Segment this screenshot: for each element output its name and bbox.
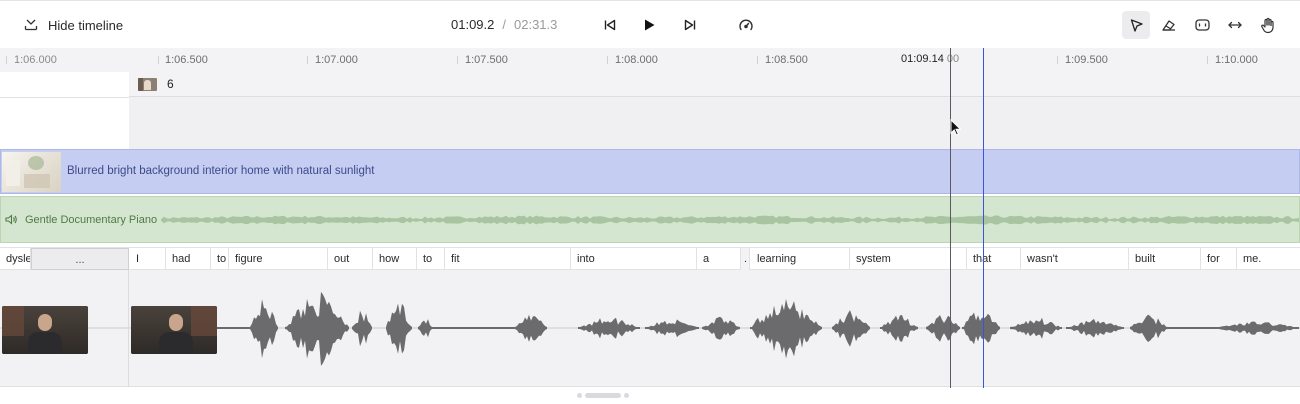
playhead-time-tail: 00 — [946, 53, 960, 65]
ruler-label: 1:06.000 — [14, 54, 57, 66]
track-gutter — [0, 97, 129, 149]
ruler-label: 1:06.500 — [165, 54, 208, 66]
word-chip[interactable]: wasn't — [1021, 248, 1129, 270]
word-chip[interactable]: learning — [751, 248, 850, 270]
ruler-tick — [1207, 56, 1208, 64]
playhead[interactable] — [983, 48, 984, 388]
scene-row[interactable]: 6 — [129, 72, 1300, 97]
skip-forward-button[interactable] — [680, 15, 700, 35]
audio-track-clip[interactable]: Gentle Documentary Piano — [0, 196, 1300, 243]
ripple-tool[interactable] — [1188, 11, 1216, 39]
hand-icon — [1261, 17, 1274, 33]
skip-back-icon — [604, 19, 616, 31]
ruler-tick — [457, 56, 458, 64]
ruler-tick — [307, 56, 308, 64]
ruler-tick — [158, 56, 159, 64]
audio-clip-label: Gentle Documentary Piano — [25, 214, 162, 226]
playhead-time: 01:09.14 — [901, 53, 944, 65]
hide-timeline-button[interactable]: Hide timeline — [24, 15, 123, 35]
current-time: 01:09.2 — [451, 17, 495, 32]
hand-tool[interactable] — [1254, 11, 1282, 39]
hover-playhead — [950, 48, 951, 388]
word-chip[interactable]: how — [373, 248, 417, 270]
word-chip[interactable]: a — [697, 248, 741, 270]
ruler-tick — [6, 56, 7, 64]
video-thumbnail — [2, 306, 88, 354]
word-chip[interactable]: me. — [1237, 248, 1300, 270]
select-tool[interactable] — [1122, 11, 1150, 39]
time-separator: / — [502, 17, 506, 32]
cursor-arrow-icon — [1130, 18, 1143, 32]
word-chip[interactable]: that — [967, 248, 1021, 270]
speaker-icon — [5, 214, 17, 225]
speedometer-icon — [739, 19, 753, 31]
word-chip[interactable]: out — [328, 248, 373, 270]
playback-speed-button[interactable] — [736, 15, 756, 35]
clip-divider — [128, 270, 129, 387]
word-chip[interactable]: I — [130, 248, 166, 270]
scene-row-gutter — [0, 72, 129, 97]
word-chip[interactable]: dysle — [0, 248, 31, 270]
empty-track-area — [129, 97, 1300, 149]
time-ruler[interactable]: 1:06.000 1:06.500 1:07.000 1:07.500 1:08… — [0, 48, 1300, 72]
timecode-display: 01:09.2 / 02:31.3 — [451, 17, 557, 32]
ruler-label: 1:08.500 — [765, 54, 808, 66]
word-chip[interactable]: for — [1201, 248, 1237, 270]
ruler-label: 1:09.500 — [1065, 54, 1108, 66]
timeline-footer — [0, 388, 1300, 404]
horizontal-arrows-icon — [1228, 21, 1242, 29]
scene-thumbnail — [138, 78, 157, 91]
ruler-label: 1:10.000 — [1215, 54, 1258, 66]
mouse-cursor-icon — [950, 119, 962, 136]
word-chip[interactable]: fit — [445, 248, 571, 270]
image-thumbnail — [2, 152, 61, 192]
music-waveform — [161, 215, 1299, 225]
word-chip[interactable]: built — [1129, 248, 1201, 270]
ruler-tick — [757, 56, 758, 64]
ruler-tick — [607, 56, 608, 64]
eraser-icon — [1162, 20, 1175, 31]
ruler-label: 1:08.000 — [615, 54, 658, 66]
image-track-clip[interactable]: Blurred bright background interior home … — [0, 149, 1300, 194]
playhead-time-label: 01:09.14 00 — [899, 53, 962, 65]
word-chip[interactable]: into — [571, 248, 697, 270]
clip-trim-icon — [1194, 19, 1210, 31]
ruler-tick — [1057, 56, 1058, 64]
word-chip[interactable]: to — [211, 248, 229, 270]
word-chip[interactable]: had — [166, 248, 211, 270]
timeline-toolbar: Hide timeline 01:09.2 / 02:31.3 — [0, 0, 1300, 48]
skip-back-button[interactable] — [600, 15, 620, 35]
word-chip-collapsed[interactable]: ... — [31, 248, 129, 270]
word-chip[interactable]: figure — [229, 248, 328, 270]
scene-number: 6 — [167, 77, 174, 91]
play-button[interactable] — [639, 15, 659, 35]
transcript-word-track: dysle ... I had to figure out how to fit… — [0, 247, 1300, 270]
resize-handle[interactable] — [577, 392, 629, 398]
eraser-tool[interactable] — [1155, 11, 1183, 39]
total-time: 02:31.3 — [514, 17, 558, 32]
ruler-label: 1:07.500 — [465, 54, 508, 66]
word-chip-punctuation[interactable]: . — [741, 248, 750, 270]
play-icon — [645, 19, 655, 31]
skip-forward-icon — [684, 19, 696, 31]
hide-timeline-label: Hide timeline — [48, 17, 124, 33]
video-track-clip[interactable] — [0, 270, 1300, 387]
image-clip-label: Blurred bright background interior home … — [67, 165, 375, 177]
ruler-label: 1:07.000 — [315, 54, 358, 66]
video-thumbnail — [131, 306, 217, 354]
stretch-tool[interactable] — [1221, 11, 1249, 39]
collapse-icon — [24, 19, 38, 31]
word-chip[interactable]: to — [417, 248, 445, 270]
